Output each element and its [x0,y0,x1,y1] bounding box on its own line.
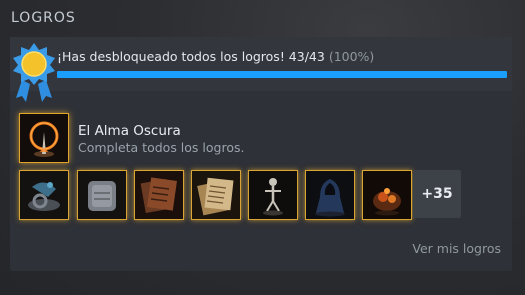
ember-creature-icon [363,171,411,219]
featured-achievement-description: Completa todos los logros. [78,140,245,155]
scroll-stack-icon [135,171,183,219]
ring-and-ashes-icon [20,171,68,219]
parchment-stack-icon [192,171,240,219]
achievement-thumb-4[interactable] [191,170,241,220]
achievement-thumb-5[interactable] [248,170,298,220]
skeleton-icon [249,171,297,219]
section-title: LOGROS [11,10,76,26]
progress-message: ¡Has desbloqueado todos los logros! 43/4… [57,49,325,64]
achievement-thumb-3[interactable] [134,170,184,220]
grey-stone-icon [78,171,126,219]
achievement-thumb-7[interactable] [362,170,412,220]
achievement-thumb-6[interactable] [305,170,355,220]
view-my-achievements-link[interactable]: Ver mis logros [412,241,501,256]
progress-text: ¡Has desbloqueado todos los logros! 43/4… [57,49,374,64]
achievement-thumb-2[interactable] [77,170,127,220]
achievements-panel: ¡Has desbloqueado todos los logros! 43/4… [10,37,512,271]
progress-bar-fill [57,71,507,78]
medal-badge-icon [13,43,55,102]
featured-achievement-name: El Alma Oscura [78,123,181,139]
featured-achievement-icon[interactable] [19,113,69,163]
bonfire-icon [20,114,68,162]
achievement-thumb-1[interactable] [19,170,69,220]
progress-percent: (100%) [328,49,375,64]
progress-row: ¡Has desbloqueado todos los logros! 43/4… [10,37,512,91]
progress-bar [57,71,507,78]
hooded-figure-icon [306,171,354,219]
more-achievements-button[interactable]: +35 [413,170,461,218]
